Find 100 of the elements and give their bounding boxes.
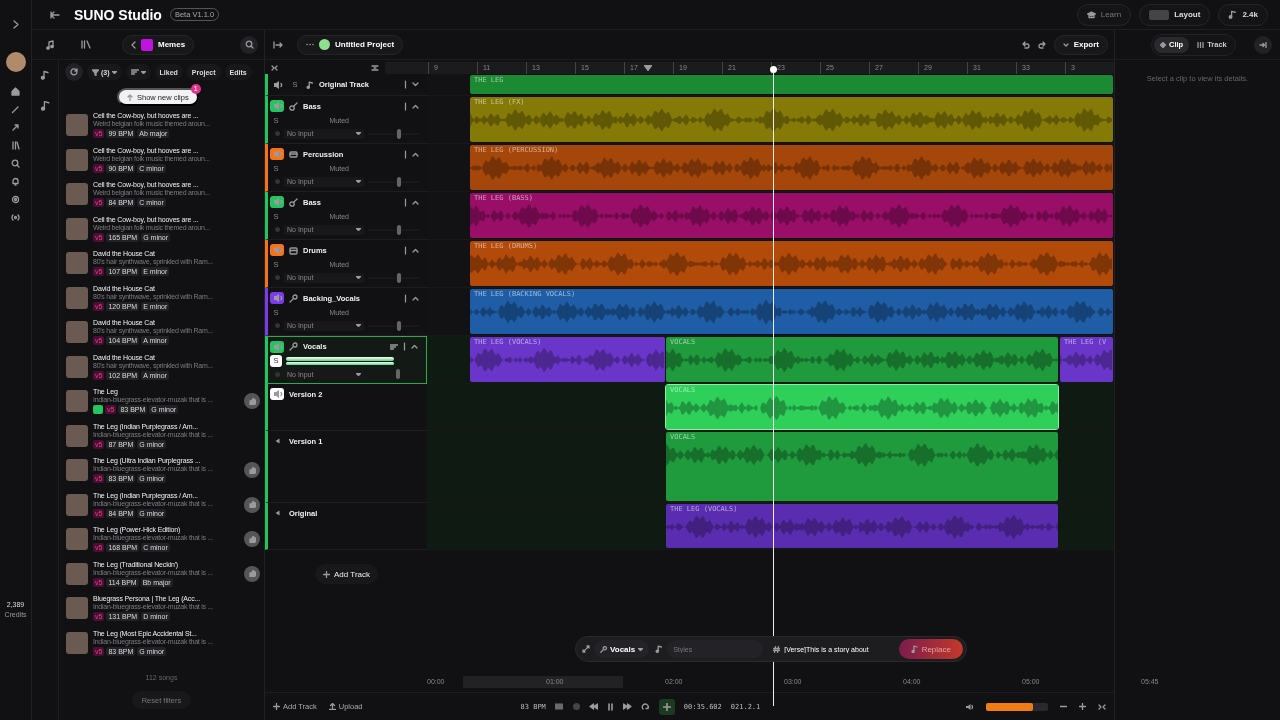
add-track-button[interactable]: Add Track — [315, 564, 378, 584]
learn-button[interactable]: Learn — [1076, 3, 1132, 26]
share-icon[interactable] — [11, 123, 20, 132]
folder-selector[interactable]: Memes — [122, 34, 195, 55]
volume-slider[interactable] — [396, 128, 401, 139]
radio-icon[interactable] — [11, 213, 20, 222]
fast-forward-icon[interactable] — [622, 703, 632, 710]
marker-icon[interactable] — [644, 65, 652, 71]
rewind-icon[interactable] — [588, 703, 598, 710]
chevron-right-icon[interactable] — [12, 20, 19, 29]
photo-placeholder[interactable] — [66, 597, 88, 620]
photo-placeholder[interactable] — [66, 321, 88, 344]
photo-placeholder[interactable] — [66, 562, 88, 585]
thumbs-up-icon — [248, 570, 256, 578]
search-button[interactable] — [240, 35, 258, 54]
like-button[interactable] — [244, 496, 260, 513]
music-note-icon — [910, 645, 918, 653]
pause-icon[interactable] — [606, 702, 614, 711]
playhead[interactable] — [769, 66, 777, 706]
collapse-icon — [412, 199, 419, 205]
photo-placeholder[interactable] — [66, 183, 88, 206]
volume-icon[interactable] — [965, 702, 974, 711]
photo-placeholder[interactable] — [66, 459, 88, 482]
expand-icon[interactable] — [582, 645, 590, 653]
layout-button[interactable]: Layout — [1139, 3, 1211, 26]
speaker-button[interactable] — [270, 196, 284, 208]
volume-slider[interactable] — [396, 320, 401, 331]
part-dropdown[interactable]: Vocals — [594, 640, 650, 658]
expand-icon — [412, 82, 419, 87]
volume-slider[interactable] — [396, 272, 401, 283]
undo-icon[interactable] — [1021, 40, 1030, 49]
microphone-icon — [289, 293, 298, 303]
export-button[interactable]: Export — [1053, 34, 1108, 55]
lines-icon — [390, 343, 398, 350]
expand-panel-icon[interactable] — [273, 40, 283, 49]
metronome-icon[interactable] — [554, 703, 564, 710]
volume-slider[interactable] — [396, 224, 401, 235]
collapse-icon[interactable] — [271, 65, 278, 71]
more-icon — [306, 43, 314, 46]
collapse-icon — [411, 344, 418, 349]
volume-slider[interactable] — [396, 176, 401, 187]
microphone-icon — [600, 645, 607, 653]
loop-icon[interactable] — [640, 702, 650, 711]
replace-button[interactable]: Replace — [898, 639, 963, 659]
caret-down-icon — [356, 276, 361, 279]
photo-placeholder[interactable] — [66, 286, 88, 309]
music-add-icon[interactable] — [45, 39, 55, 50]
volume-slider[interactable] — [396, 369, 400, 379]
caret-down-icon — [356, 228, 361, 231]
gear-icon[interactable] — [11, 195, 20, 204]
photo-placeholder[interactable] — [66, 424, 88, 447]
caret-icon[interactable] — [274, 510, 280, 516]
redo-icon[interactable] — [1037, 40, 1046, 49]
speaker-button[interactable] — [270, 148, 284, 160]
notes-button[interactable]: 2.4k — [1218, 3, 1268, 26]
like-button[interactable] — [244, 565, 260, 582]
back-icon[interactable] — [50, 10, 60, 19]
photo-placeholder[interactable] — [66, 252, 88, 275]
library-icon[interactable] — [11, 141, 20, 150]
photo-placeholder[interactable] — [66, 390, 88, 413]
bell-icon[interactable] — [11, 177, 20, 186]
sort-icon — [130, 69, 139, 75]
more-icon — [404, 197, 407, 207]
speaker-button[interactable] — [270, 100, 284, 112]
caret-icon[interactable] — [274, 438, 280, 444]
zoom-in-icon[interactable] — [1079, 703, 1086, 710]
like-button[interactable] — [244, 393, 260, 410]
collapse-icon[interactable] — [1098, 703, 1106, 710]
expand-panel-button[interactable] — [1254, 35, 1272, 54]
like-button[interactable] — [244, 462, 260, 479]
zoom-out-icon[interactable] — [1060, 703, 1067, 710]
chevron-down-icon — [1062, 42, 1069, 47]
sort-button[interactable] — [125, 64, 151, 80]
photo-placeholder[interactable] — [66, 528, 88, 551]
photo-placeholder[interactable] — [66, 217, 88, 240]
refresh-button[interactable] — [65, 63, 83, 81]
caret-down-icon — [111, 70, 117, 74]
guitar-icon — [289, 197, 298, 207]
music-note-icon — [39, 100, 51, 111]
thumbs-up-icon — [248, 501, 256, 509]
photo-placeholder[interactable] — [66, 631, 88, 654]
speaker-button[interactable] — [270, 244, 284, 256]
home-icon[interactable] — [11, 87, 20, 96]
photo-placeholder[interactable] — [66, 355, 88, 378]
project-selector[interactable]: Untitled Project — [297, 34, 404, 55]
fit-icon[interactable] — [371, 65, 379, 71]
volume-slider[interactable] — [986, 702, 1048, 711]
pen-icon[interactable] — [11, 105, 20, 114]
photo-placeholder[interactable] — [66, 148, 88, 171]
avatar[interactable] — [5, 52, 26, 72]
input-dot — [275, 371, 280, 377]
photo-placeholder[interactable] — [66, 114, 88, 137]
speaker-button[interactable] — [270, 292, 284, 304]
search-icon[interactable] — [11, 159, 20, 168]
speaker-button[interactable] — [270, 388, 284, 400]
photo-placeholder[interactable] — [66, 493, 88, 516]
like-button[interactable] — [244, 531, 260, 548]
speaker-button[interactable] — [270, 340, 284, 353]
library-icon[interactable] — [81, 40, 92, 49]
add-button[interactable] — [658, 698, 675, 715]
